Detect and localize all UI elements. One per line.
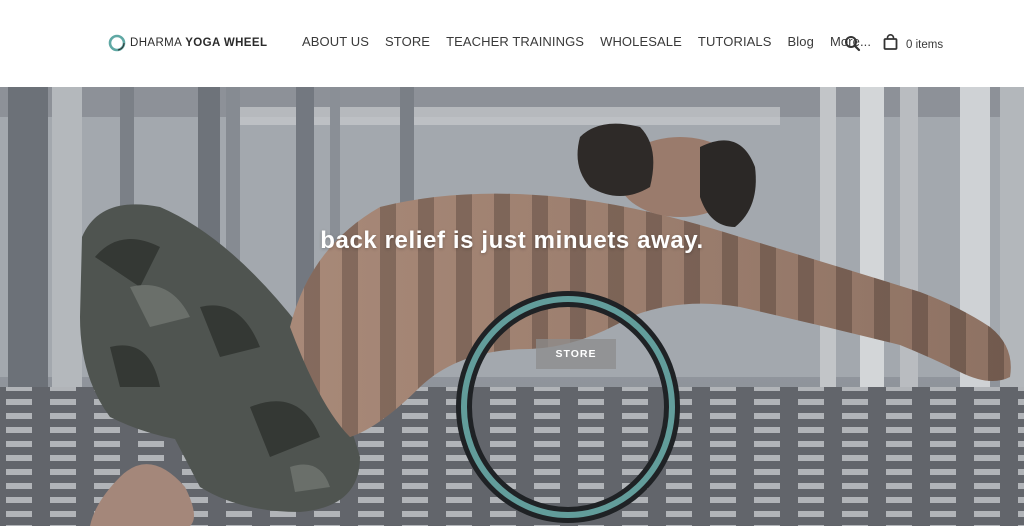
nav-blog[interactable]: Blog [788,34,814,49]
nav-tutorials[interactable]: TUTORIALS [698,34,772,49]
cart-button[interactable]: 0 items [883,34,943,55]
logo[interactable]: DHARMA YOGA WHEEL [108,33,267,53]
nav-wholesale[interactable]: WHOLESALE [600,34,682,49]
site-header: DHARMA YOGA WHEEL ABOUT US STORE TEACHER… [0,0,1024,87]
main-nav: ABOUT US STORE TEACHER TRAININGS WHOLESA… [302,34,887,49]
hero-banner: back relief is just minuets away. STORE [0,87,1024,526]
nav-store[interactable]: STORE [385,34,430,49]
logo-text: DHARMA YOGA WHEEL [130,37,267,49]
shopping-bag-icon [883,34,898,55]
logo-brand: YOGA WHEEL [185,37,268,49]
hero-store-button[interactable]: STORE [536,339,616,369]
logo-prefix: DHARMA [130,37,182,49]
cart-count: 0 items [906,38,944,51]
search-icon[interactable] [844,35,861,52]
nav-about-us[interactable]: ABOUT US [302,34,369,49]
hero-headline: back relief is just minuets away. [320,227,704,254]
nav-teacher-trainings[interactable]: TEACHER TRAININGS [446,34,584,49]
hero-image [0,87,1024,526]
logo-wheel-icon [108,34,126,52]
